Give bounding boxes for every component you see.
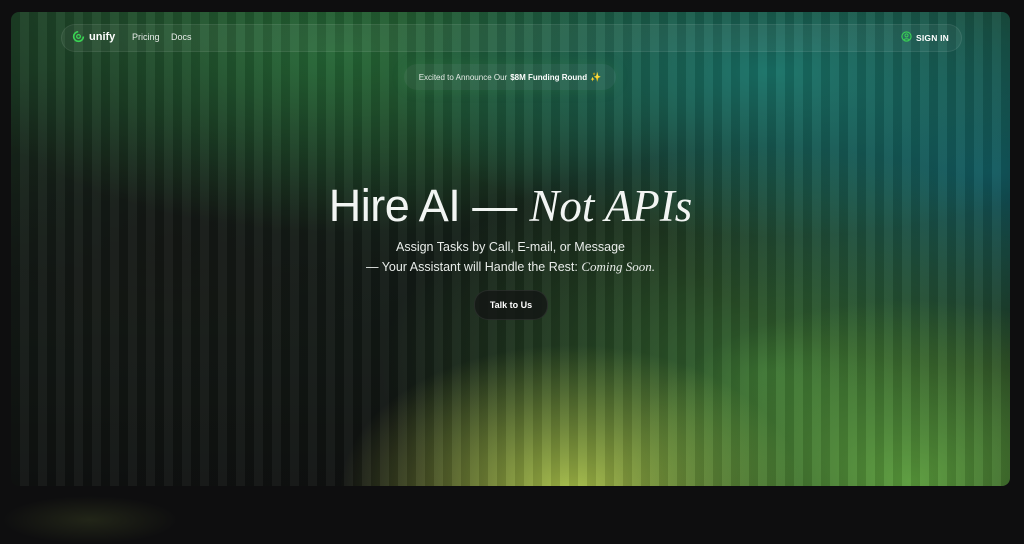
unify-logo-icon bbox=[72, 30, 85, 43]
sign-in-label: SIGN IN bbox=[915, 32, 949, 43]
nav-link-pricing[interactable]: Pricing bbox=[132, 32, 160, 42]
announcement-pill[interactable]: Excited to Announce Our $8M Funding Roun… bbox=[404, 64, 616, 90]
headline-part2: Not APIs bbox=[529, 181, 693, 231]
brand-logo[interactable]: unify bbox=[72, 30, 115, 43]
sparkle-icon: ✨ bbox=[590, 71, 602, 82]
top-navbar: unify Pricing Docs SIGN IN bbox=[61, 24, 962, 52]
coming-soon-text: Coming Soon. bbox=[581, 259, 656, 274]
hero-subline-1: Assign Tasks by Call, E-mail, or Message bbox=[395, 240, 626, 254]
nav-link-docs[interactable]: Docs bbox=[171, 32, 192, 42]
headline-part1: Hire AI — bbox=[328, 180, 518, 231]
user-circle-icon bbox=[901, 31, 912, 44]
page: unify Pricing Docs SIGN IN Excited to An… bbox=[0, 0, 1024, 544]
announcement-highlight: $8M Funding Round bbox=[510, 72, 588, 82]
brand-name: unify bbox=[89, 30, 116, 43]
hero-subline-2: — Your Assistant will Handle the Rest: C… bbox=[11, 259, 1010, 275]
sign-in-button[interactable]: SIGN IN bbox=[901, 31, 949, 44]
talk-to-us-button[interactable]: Talk to Us bbox=[474, 290, 548, 320]
hero-section: unify Pricing Docs SIGN IN Excited to An… bbox=[11, 12, 1010, 486]
bottom-glow bbox=[0, 490, 220, 544]
hero-headline: Hire AI — Not APIs bbox=[11, 180, 1010, 232]
announcement-prefix: Excited to Announce Our bbox=[418, 72, 508, 82]
subline-2-text: — Your Assistant will Handle the Rest: bbox=[365, 260, 578, 274]
